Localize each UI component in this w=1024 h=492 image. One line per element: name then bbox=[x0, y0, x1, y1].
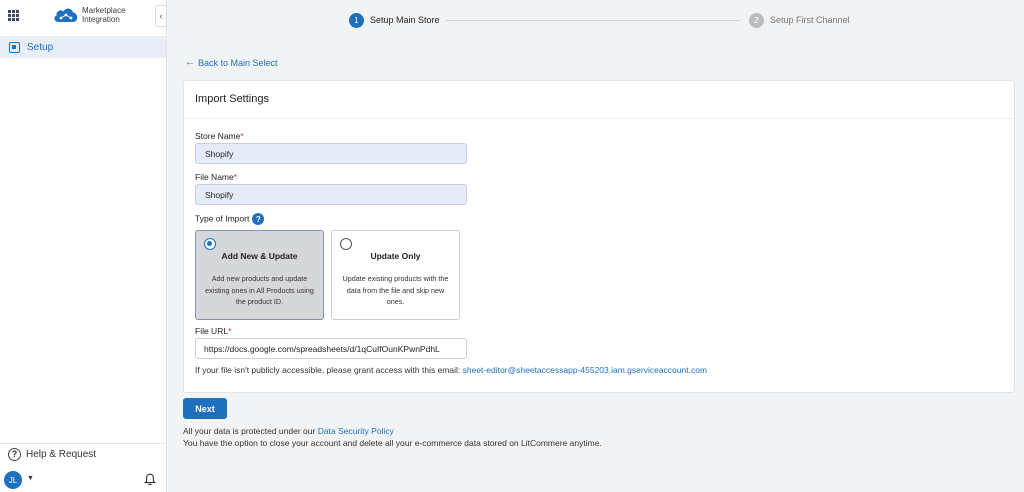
required-mark: * bbox=[228, 326, 232, 336]
security-text: All your data is protected under our bbox=[183, 426, 316, 436]
option-title: Add New & Update bbox=[221, 251, 298, 261]
avatar[interactable]: JL bbox=[4, 471, 22, 489]
store-name-label: Store Name* bbox=[195, 131, 244, 141]
step-connector bbox=[446, 20, 740, 21]
option-add-new-update[interactable]: Add New & Update Add new products and up… bbox=[195, 230, 324, 320]
required-mark: * bbox=[240, 131, 244, 141]
option-update-only[interactable]: Update Only Update existing products wit… bbox=[331, 230, 460, 320]
sidebar-item-label: Setup bbox=[27, 41, 54, 53]
file-url-label-text: File URL bbox=[195, 326, 229, 336]
sidebar-divider bbox=[0, 443, 166, 444]
type-of-import-label: Type of Import? bbox=[195, 213, 265, 225]
data-security-policy-link[interactable]: Data Security Policy bbox=[318, 426, 394, 436]
account-footer: You have the option to close your accoun… bbox=[183, 438, 602, 448]
logo-text: Marketplace Integration bbox=[82, 6, 126, 24]
help-label: Help & Request bbox=[26, 448, 97, 460]
help-request-link[interactable]: ? Help & Request bbox=[8, 446, 96, 462]
setup-stepper: 1 Setup Main Store 2 Setup First Channel bbox=[167, 0, 1024, 40]
step-1-badge: 1 bbox=[349, 13, 364, 28]
file-name-value: Shopify bbox=[205, 189, 234, 200]
option-title: Update Only bbox=[370, 251, 421, 261]
help-icon[interactable]: ? bbox=[252, 213, 265, 225]
avatar-initials: JL bbox=[8, 475, 18, 485]
access-note-text: If your file isn't publicly accessible, … bbox=[195, 365, 461, 375]
radio-unselected-icon[interactable] bbox=[340, 238, 352, 250]
file-url-input[interactable]: https://docs.google.com/spreadsheets/d/1… bbox=[195, 338, 467, 359]
file-name-label: File Name* bbox=[195, 172, 237, 182]
back-link-label: Back to Main Select bbox=[198, 57, 278, 68]
radio-selected-icon[interactable] bbox=[204, 238, 216, 250]
cloud-logo-icon bbox=[54, 8, 78, 22]
logo-line1: Marketplace bbox=[82, 6, 126, 15]
option-description: Add new products and update existing one… bbox=[205, 274, 314, 306]
logo-line2: Integration bbox=[82, 15, 120, 24]
arrow-left-icon: ← bbox=[185, 57, 195, 68]
access-note: If your file isn't publicly accessible, … bbox=[195, 365, 707, 375]
sidebar: Marketplace Integration ‹ Setup ? Help &… bbox=[0, 0, 167, 492]
step-2-badge: 2 bbox=[749, 13, 764, 28]
step-2-label: Setup First Channel bbox=[770, 15, 850, 25]
step-1-label: Setup Main Store bbox=[370, 15, 440, 25]
option-description: Update existing products with the data f… bbox=[342, 274, 449, 306]
app-grid-icon[interactable] bbox=[8, 10, 19, 21]
store-name-input[interactable]: Shopify bbox=[195, 143, 467, 164]
sidebar-collapse-button[interactable]: ‹ bbox=[155, 5, 167, 27]
store-name-value: Shopify bbox=[205, 148, 234, 159]
next-button[interactable]: Next bbox=[183, 398, 227, 419]
sidebar-item-setup[interactable]: Setup bbox=[0, 36, 166, 58]
setup-icon bbox=[9, 41, 20, 53]
service-account-email[interactable]: sheet-editor@sheetaccessapp-455203.iam.g… bbox=[463, 365, 707, 375]
security-footer: All your data is protected under our Dat… bbox=[183, 426, 394, 436]
help-circle-icon: ? bbox=[8, 447, 21, 461]
back-to-main-select-link[interactable]: ← Back to Main Select bbox=[185, 57, 278, 68]
caret-down-icon[interactable]: ▼ bbox=[27, 475, 34, 482]
card-divider bbox=[184, 118, 1014, 119]
required-mark: * bbox=[233, 172, 238, 182]
file-url-value: https://docs.google.com/spreadsheets/d/1… bbox=[204, 343, 440, 354]
bell-icon[interactable] bbox=[144, 473, 156, 486]
chevron-left-icon: ‹ bbox=[159, 11, 163, 21]
file-name-label-text: File Name bbox=[195, 172, 234, 182]
file-url-label: File URL* bbox=[195, 326, 231, 336]
sidebar-header: Marketplace Integration ‹ bbox=[0, 0, 167, 33]
store-name-label-text: Store Name bbox=[195, 131, 241, 141]
file-name-input[interactable]: Shopify bbox=[195, 184, 467, 205]
card-title: Import Settings bbox=[195, 93, 269, 105]
type-of-import-text: Type of Import bbox=[195, 213, 250, 224]
import-settings-card: Import Settings Store Name* Shopify File… bbox=[183, 80, 1015, 393]
